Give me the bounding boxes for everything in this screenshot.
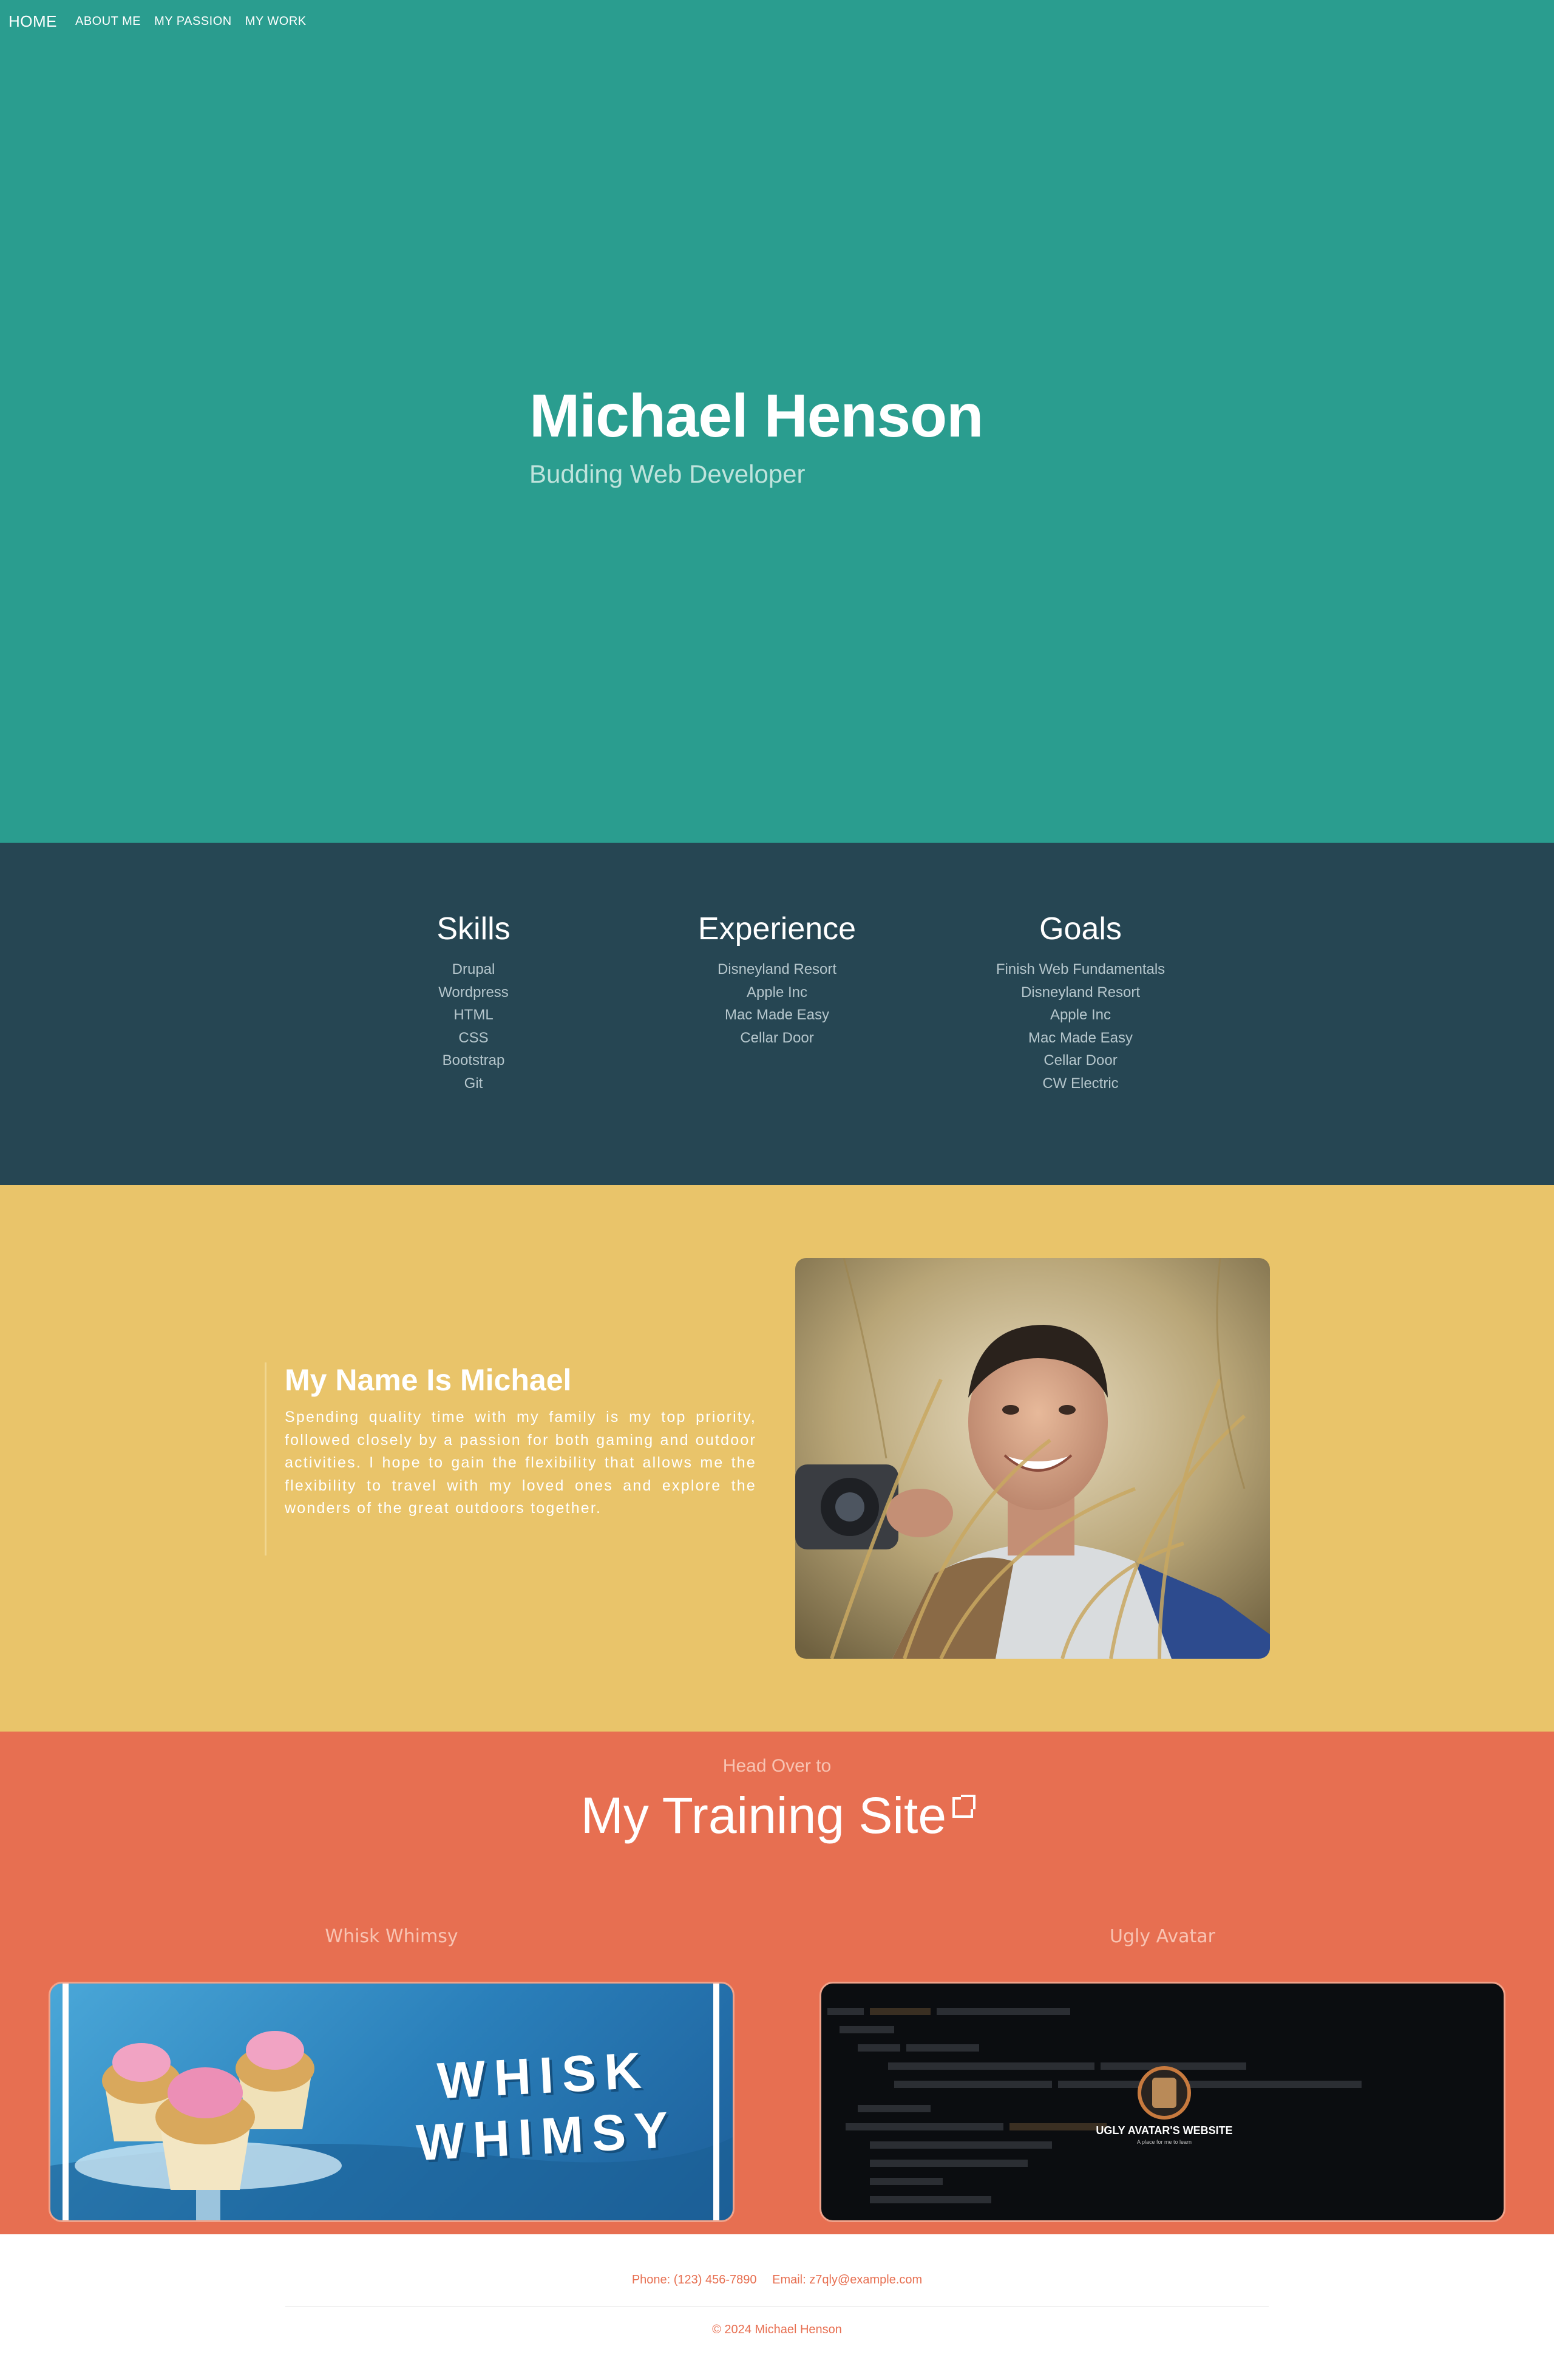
experience-item: Disneyland Resort [717,961,837,977]
nav-my-work[interactable]: MY WORK [245,15,307,29]
project-title-ugly-avatar: Ugly Avatar [1109,1926,1215,1947]
footer-email[interactable]: Email: z7qly@example.com [772,2273,922,2286]
footer: Phone: (123) 456-7890 Email: z7qly@examp… [0,2234,1554,2380]
hero-subtitle: Budding Web Developer [529,460,806,488]
goals-item: Cellar Door [1043,1052,1118,1069]
skills-item: CSS [458,1029,489,1046]
training-site-title[interactable]: My Training Site [581,1787,946,1844]
footer-phone[interactable]: Phone: (123) 456-7890 [632,2273,757,2286]
goals-list: Finish Web Fundamentals Disneyland Resor… [929,958,1232,1095]
skills-section: Skills Drupal Wordpress HTML CSS Bootstr… [0,843,1554,1185]
hero-section: Michael Henson Budding Web Developer [0,0,1554,843]
project-title-whisk-whimsy: Whisk Whimsy [325,1926,458,1947]
ugly-avatar-banner [827,2008,1362,2203]
experience-item: Mac Made Easy [724,1007,830,1023]
goals-item: Disneyland Resort [1020,984,1141,1001]
goals-item: Finish Web Fundamentals [996,961,1166,977]
footer-copyright: © 2024 Michael Henson [712,2323,842,2336]
profile-photo [795,1258,1270,1659]
skills-column: Skills Drupal Wordpress HTML CSS Bootstr… [322,911,625,1095]
nav-home[interactable]: HOME [8,12,57,31]
nav-about-me[interactable]: ABOUT ME [75,15,141,29]
nav-my-passion[interactable]: MY PASSION [154,15,232,29]
project-card-ugly-avatar[interactable]: UGLY AVATAR'S WEBSITE A place for me to … [819,1982,1505,2222]
ugly-avatar-logo-tagline: A place for me to learn [1136,2139,1192,2145]
whisk-whimsy-logo: WHISK WHIMSY [415,2038,678,2172]
goals-column: Goals Finish Web Fundamentals Disneyland… [929,911,1232,1095]
training-kicker: Head Over to [722,1756,832,1776]
skills-item: Wordpress [438,984,509,1001]
skills-item: Bootstrap [442,1052,505,1069]
skills-item: Git [464,1075,483,1092]
profile-photo-illustration [795,1258,1270,1659]
about-body: Spending quality time with my family is … [285,1409,756,1517]
experience-heading: Experience [697,911,857,947]
training-site-link[interactable]: My Training Site [0,1786,1554,1845]
footer-contact: Phone: (123) 456-7890 Email: z7qly@examp… [0,2273,1554,2287]
about-heading: My Name Is Michael [285,1363,572,1397]
goals-item: CW Electric [1042,1075,1119,1092]
project-card-whisk-whimsy[interactable]: WHISK WHIMSY [49,1982,735,2222]
top-nav: HOME ABOUT ME MY PASSION MY WORK [0,0,1554,42]
experience-column: Experience Disneyland Resort Apple Inc M… [625,911,929,1049]
skills-item: HTML [453,1007,494,1023]
experience-list: Disneyland Resort Apple Inc Mac Made Eas… [625,958,929,1049]
goals-item: Mac Made Easy [1028,1029,1133,1046]
about-section: My Name Is Michael Spending quality time… [0,1185,1554,1732]
skills-heading: Skills [436,911,511,947]
skills-list: Drupal Wordpress HTML CSS Bootstrap Git [322,958,625,1095]
goals-item: Apple Inc [1050,1007,1111,1023]
experience-item: Cellar Door [740,1029,814,1046]
hero-name: Michael Henson [529,382,983,450]
ugly-avatar-logo-title: UGLY AVATAR'S WEBSITE [1096,2124,1233,2137]
training-section: Head Over to My Training Site Whisk Whim… [0,1732,1554,2234]
skills-item: Drupal [452,961,495,977]
external-link-icon[interactable] [952,1795,976,1818]
goals-heading: Goals [1039,911,1122,947]
footer-divider [285,2306,1269,2307]
experience-item: Apple Inc [746,984,808,1001]
about-text-block: My Name Is Michael Spending quality time… [265,1362,756,1555]
